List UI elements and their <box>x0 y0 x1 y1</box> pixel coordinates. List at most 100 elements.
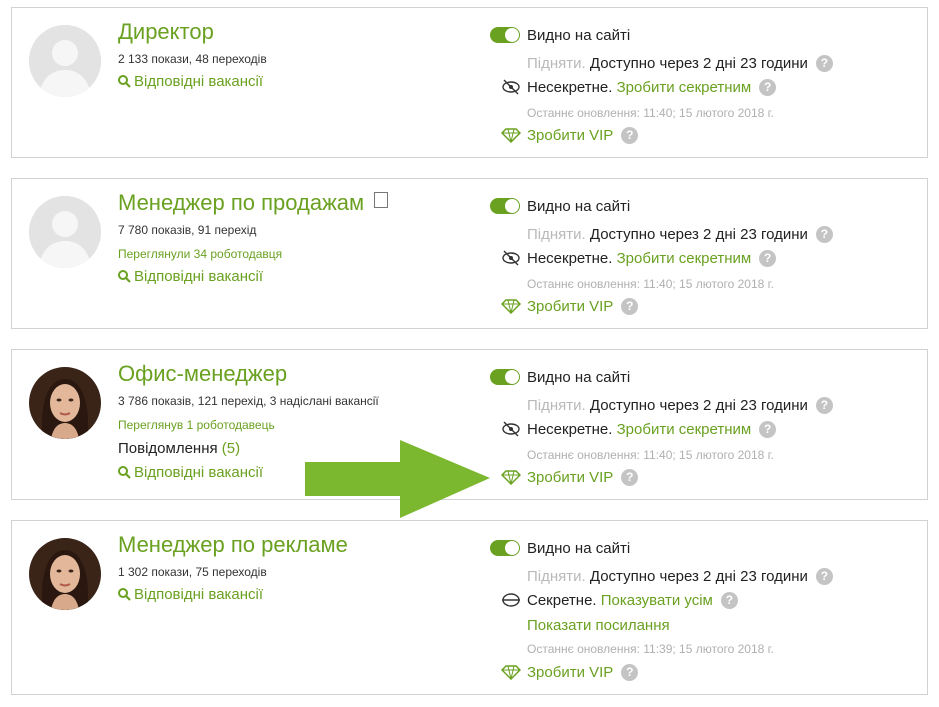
resume-card-director: Директор 2 133 покази, 48 переходів Відп… <box>11 7 928 158</box>
visibility-toggle[interactable] <box>490 27 520 43</box>
secret-status: Несекретне. <box>527 79 613 96</box>
search-icon <box>118 588 131 601</box>
last-updated: Останнє оновлення: 11:40; 15 лютого 2018… <box>527 106 774 120</box>
raise-label: Підняти. <box>527 397 586 414</box>
vip-row: Зробити VIP? <box>501 127 639 144</box>
matching-jobs-label: Відповідні вакансії <box>134 268 264 285</box>
diamond-icon <box>501 299 521 314</box>
not-secret-icon <box>502 250 520 266</box>
resume-card-advertising-manager: Менеджер по рекламе 1 302 покази, 75 пер… <box>11 520 928 695</box>
viewed-by-employers-link[interactable]: Переглянули 34 роботодавця <box>118 247 282 261</box>
viewed-by-employers-link[interactable]: Переглянув 1 роботодавець <box>118 418 275 432</box>
diamond-icon <box>501 665 521 680</box>
user-photo-avatar <box>29 538 101 610</box>
messages-count: (5) <box>221 440 241 457</box>
make-vip-link[interactable]: Зробити VIP <box>527 298 613 315</box>
raise-row: Підняти. Доступно через 2 дні 23 години? <box>527 55 833 72</box>
avatar-placeholder <box>29 25 101 97</box>
raise-available-text: Доступно через 2 дні 23 години <box>589 568 808 585</box>
search-icon <box>118 270 131 283</box>
resume-title[interactable]: Офис-менеджер <box>118 361 287 387</box>
secret-status: Секретне. <box>527 592 597 609</box>
help-icon[interactable]: ? <box>815 226 833 243</box>
messages-link[interactable]: Повідомлення (5) <box>118 440 240 457</box>
document-icon[interactable] <box>374 192 389 208</box>
vip-row: Зробити VIP? <box>501 469 639 486</box>
help-icon[interactable]: ? <box>815 397 833 414</box>
matching-jobs-label: Відповідні вакансії <box>134 73 264 90</box>
make-secret-link[interactable]: Зробити секретним <box>617 250 752 267</box>
matching-jobs-link[interactable]: Відповідні вакансії <box>118 73 263 90</box>
visibility-row: Видно на сайті <box>490 369 630 386</box>
visibility-toggle[interactable] <box>490 540 520 556</box>
matching-jobs-link[interactable]: Відповідні вакансії <box>118 586 263 603</box>
help-icon[interactable]: ? <box>621 664 639 681</box>
user-photo-avatar <box>29 367 101 439</box>
visibility-label: Видно на сайті <box>527 198 631 215</box>
diamond-icon <box>501 470 521 485</box>
resume-title[interactable]: Менеджер по рекламе <box>118 532 348 558</box>
last-updated: Останнє оновлення: 11:39; 15 лютого 2018… <box>527 642 774 656</box>
last-updated: Останнє оновлення: 11:40; 15 лютого 2018… <box>527 448 774 462</box>
green-arrow-annotation <box>305 440 490 518</box>
raise-row: Підняти. Доступно через 2 дні 23 години? <box>527 397 833 414</box>
make-secret-link[interactable]: Зробити секретним <box>617 79 752 96</box>
not-secret-icon <box>502 421 520 437</box>
visibility-toggle[interactable] <box>490 369 520 385</box>
raise-available-text: Доступно через 2 дні 23 години <box>589 397 808 414</box>
raise-label: Підняти. <box>527 568 586 585</box>
raise-label: Підняти. <box>527 55 586 72</box>
help-icon[interactable]: ? <box>815 568 833 585</box>
secret-row: Несекретне. Зробити секретним? <box>501 421 777 438</box>
visibility-label: Видно на сайті <box>527 369 631 386</box>
matching-jobs-label: Відповідні вакансії <box>134 586 264 603</box>
make-vip-link[interactable]: Зробити VIP <box>527 127 613 144</box>
help-icon[interactable]: ? <box>720 592 738 609</box>
search-icon <box>118 75 131 88</box>
matching-jobs-label: Відповідні вакансії <box>134 464 264 481</box>
vip-row: Зробити VIP? <box>501 298 639 315</box>
resume-card-sales-manager: Менеджер по продажам 7 780 показів, 91 п… <box>11 178 928 329</box>
visibility-row: Видно на сайті <box>490 198 630 215</box>
help-icon[interactable]: ? <box>621 298 639 315</box>
help-icon[interactable]: ? <box>621 127 639 144</box>
secret-status: Несекретне. <box>527 421 613 438</box>
resume-title[interactable]: Директор <box>118 19 214 45</box>
avatar-placeholder <box>29 196 101 268</box>
help-icon[interactable]: ? <box>759 79 777 96</box>
raise-available-text: Доступно через 2 дні 23 години <box>589 226 808 243</box>
raise-label: Підняти. <box>527 226 586 243</box>
show-links-link[interactable]: Показати посилання <box>527 617 670 634</box>
visibility-row: Видно на сайті <box>490 540 630 557</box>
help-icon[interactable]: ? <box>815 55 833 72</box>
not-secret-icon <box>502 79 520 95</box>
help-icon[interactable]: ? <box>759 250 777 267</box>
secret-row: Секретне. Показувати усім? <box>501 592 738 609</box>
resume-stats: 3 786 показів, 121 перехід, 3 надіслані … <box>118 394 379 408</box>
resume-title[interactable]: Менеджер по продажам <box>118 190 389 216</box>
matching-jobs-link[interactable]: Відповідні вакансії <box>118 464 263 481</box>
visibility-toggle[interactable] <box>490 198 520 214</box>
diamond-icon <box>501 128 521 143</box>
make-vip-link[interactable]: Зробити VIP <box>527 469 613 486</box>
visibility-row: Видно на сайті <box>490 27 630 44</box>
last-updated: Останнє оновлення: 11:40; 15 лютого 2018… <box>527 277 774 291</box>
show-to-all-link[interactable]: Показувати усім <box>601 592 713 609</box>
resume-stats: 2 133 покази, 48 переходів <box>118 52 267 66</box>
make-secret-link[interactable]: Зробити секретним <box>617 421 752 438</box>
messages-label: Повідомлення <box>118 440 218 457</box>
search-icon <box>118 466 131 479</box>
secret-row: Несекретне. Зробити секретним? <box>501 250 777 267</box>
raise-available-text: Доступно через 2 дні 23 години <box>589 55 808 72</box>
visibility-label: Видно на сайті <box>527 27 631 44</box>
help-icon[interactable]: ? <box>621 469 639 486</box>
resume-stats: 7 780 показів, 91 перехід <box>118 223 257 237</box>
secret-row: Несекретне. Зробити секретним? <box>501 79 777 96</box>
vip-row: Зробити VIP? <box>501 664 639 681</box>
help-icon[interactable]: ? <box>759 421 777 438</box>
secret-status: Несекретне. <box>527 250 613 267</box>
matching-jobs-link[interactable]: Відповідні вакансії <box>118 268 263 285</box>
visibility-label: Видно на сайті <box>527 540 631 557</box>
make-vip-link[interactable]: Зробити VIP <box>527 664 613 681</box>
raise-row: Підняти. Доступно через 2 дні 23 години? <box>527 568 833 585</box>
